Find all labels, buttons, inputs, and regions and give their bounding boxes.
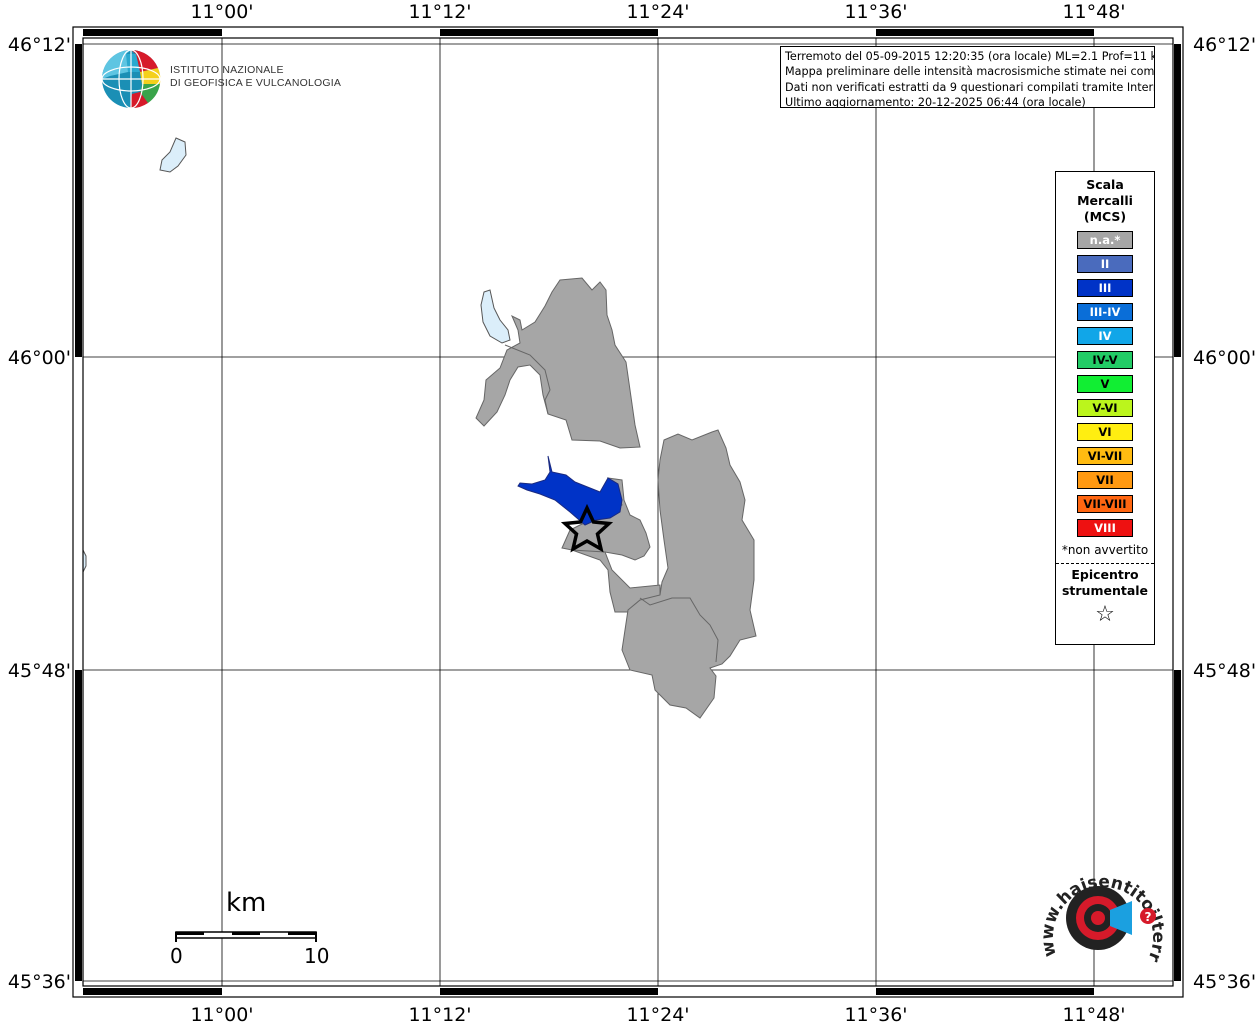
frame-segment bbox=[876, 29, 1094, 36]
lon-label: 11°12' bbox=[408, 1, 471, 23]
lon-label: 11°00' bbox=[190, 1, 253, 23]
legend-item: II bbox=[1077, 255, 1133, 273]
scale-label-left: 0 bbox=[170, 944, 183, 968]
scale-bar-segment bbox=[232, 932, 260, 935]
lon-label: 11°24' bbox=[626, 1, 689, 23]
lon-label: 11°36' bbox=[844, 1, 907, 23]
legend-item: V-VI bbox=[1077, 399, 1133, 417]
legend-divider bbox=[1056, 563, 1154, 564]
frame-segment bbox=[440, 29, 658, 36]
lat-label: 45°48' bbox=[1193, 660, 1256, 682]
event-info-line: Dati non verificati estratti da 9 questi… bbox=[785, 80, 1155, 94]
lat-labels-left: 46°12' 46°00' 45°48' 45°36' bbox=[8, 34, 71, 993]
ingv-globe-icon bbox=[101, 49, 161, 109]
event-info-box: Terremoto del 05-09-2015 12:20:35 (ora l… bbox=[780, 46, 1155, 108]
legend-item: IV bbox=[1077, 327, 1133, 345]
event-info-line: Ultimo aggiornamento: 20-12-2025 06:44 (… bbox=[785, 95, 1086, 108]
lat-labels-right: 46°12' 46°00' 45°48' 45°36' bbox=[1193, 34, 1256, 993]
event-info-line: Mappa preliminare delle intensità macros… bbox=[785, 65, 1155, 79]
frame-segment bbox=[876, 988, 1094, 995]
legend-title-line: (MCS) bbox=[1083, 209, 1127, 224]
legend-item: V bbox=[1077, 375, 1133, 393]
scale-bar-segment bbox=[176, 932, 204, 935]
lon-label: 11°24' bbox=[626, 1004, 689, 1024]
svg-text:?: ? bbox=[1145, 910, 1152, 924]
scale-bar-segment bbox=[288, 932, 316, 935]
lon-labels-top: 11°00' 11°12' 11°24' 11°36' 11°48' bbox=[190, 1, 1125, 23]
lat-label: 45°36' bbox=[1193, 971, 1256, 993]
legend-title-line: Mercalli bbox=[1077, 193, 1133, 208]
legend-item: III-IV bbox=[1077, 303, 1133, 321]
event-info-line: Terremoto del 05-09-2015 12:20:35 (ora l… bbox=[785, 50, 1155, 63]
scale-unit: km bbox=[226, 888, 267, 918]
legend-item: n.a.* bbox=[1077, 231, 1133, 249]
legend-item: VII bbox=[1077, 471, 1133, 489]
lon-label: 11°48' bbox=[1062, 1004, 1125, 1024]
legend-item: VIII bbox=[1077, 519, 1133, 537]
legend-item: III bbox=[1077, 279, 1133, 297]
lon-label: 11°36' bbox=[844, 1004, 907, 1024]
legend-items: n.a.* II III III-IV IV IV-V V V-VI VI VI-VII VII VI… bbox=[1056, 231, 1154, 537]
scale-label-right: 10 bbox=[304, 944, 330, 968]
lon-labels-bottom: 11°00' 11°12' 11°24' 11°36' 11°48' bbox=[190, 1004, 1125, 1024]
lon-label: 11°12' bbox=[408, 1004, 471, 1024]
haisentito-icon: www.haisentitoilterremoto.it ? bbox=[1021, 840, 1168, 965]
legend-item: VI bbox=[1077, 423, 1133, 441]
lat-label: 45°48' bbox=[8, 660, 71, 682]
legend-note: *non avvertito bbox=[1061, 543, 1149, 557]
lon-label: 11°00' bbox=[190, 1004, 253, 1024]
lat-label: 45°36' bbox=[8, 971, 71, 993]
lat-label: 46°12' bbox=[8, 34, 71, 56]
legend-item: VII-VIII bbox=[1077, 495, 1133, 513]
ingv-name-line2: DI GEOFISICA E VULCANOLOGIA bbox=[170, 77, 342, 89]
legend-epicenter-line: strumentale bbox=[1061, 583, 1149, 598]
frame-segment bbox=[83, 988, 222, 995]
legend-epicenter-line: Epicentro bbox=[1071, 567, 1139, 582]
legend-item: IV-V bbox=[1077, 351, 1133, 369]
lat-label: 46°00' bbox=[8, 347, 71, 369]
frame-segment bbox=[1174, 670, 1181, 981]
lon-label: 11°48' bbox=[1062, 1, 1125, 23]
legend-item: VI-VII bbox=[1077, 447, 1133, 465]
frame-segment bbox=[75, 670, 82, 981]
lat-label: 46°00' bbox=[1193, 347, 1256, 369]
legend-epicenter-label: Epicentro strumentale bbox=[1056, 567, 1154, 599]
legend-title: Scala Mercalli (MCS) bbox=[1056, 177, 1154, 225]
frame-segment bbox=[83, 29, 222, 36]
intensity-legend: Scala Mercalli (MCS) n.a.* II III III-IV IV I… bbox=[1055, 171, 1155, 645]
legend-title-line: Scala bbox=[1086, 177, 1124, 192]
ingv-name-line1: ISTITUTO NAZIONALE bbox=[170, 64, 284, 76]
frame-segment bbox=[440, 988, 658, 995]
legend-star-icon: ☆ bbox=[1095, 602, 1115, 627]
ingv-name: ISTITUTO NAZIONALE DI GEOFISICA E VULCAN… bbox=[170, 64, 341, 90]
frame-segment bbox=[75, 44, 82, 357]
lat-label: 46°12' bbox=[1193, 34, 1256, 56]
frame-segment bbox=[1174, 44, 1181, 357]
haisentito-logo: www.haisentitoilterremoto.it ? bbox=[1021, 840, 1170, 980]
